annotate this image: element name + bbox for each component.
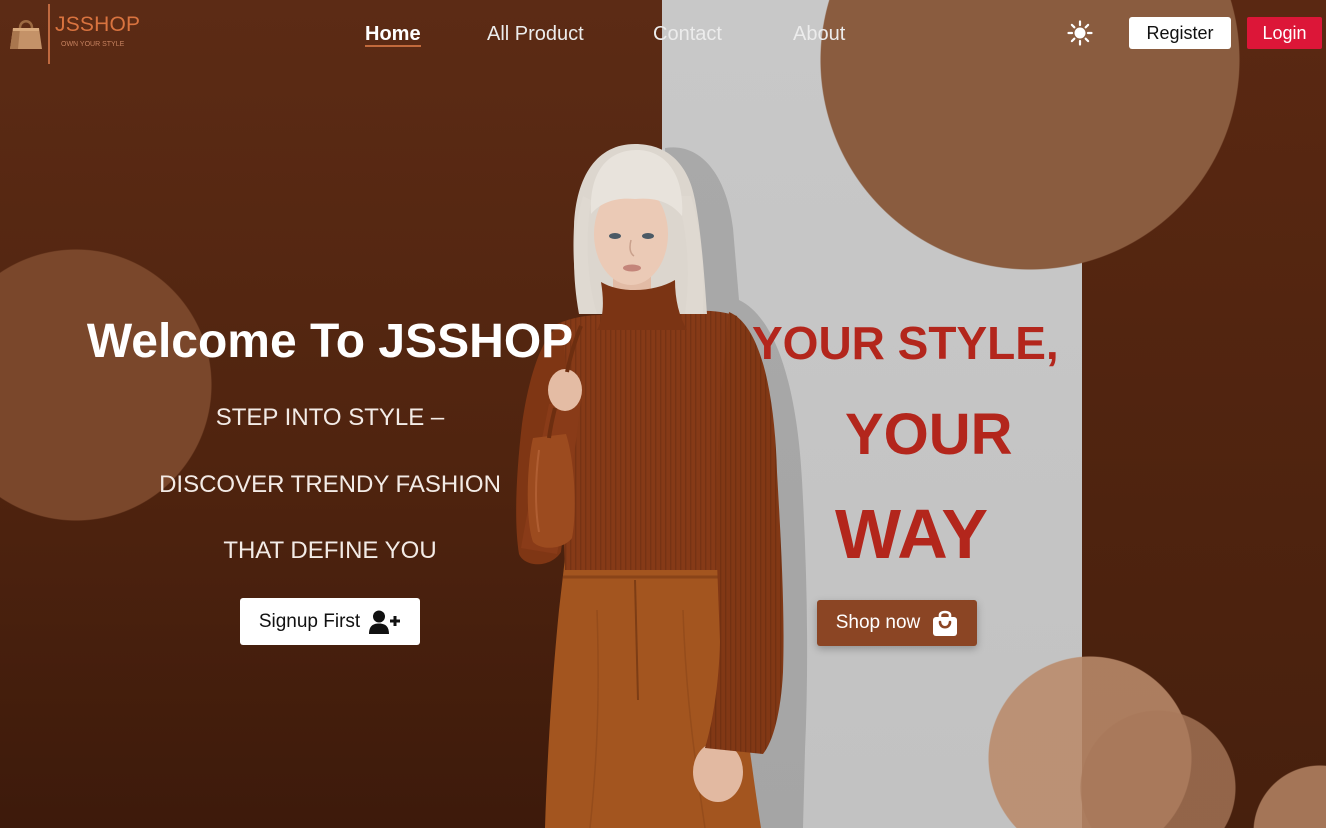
hero-tagline-line: DISCOVER TRENDY FASHION (159, 471, 501, 498)
landing-page: JSSHOP OWN YOUR STYLE Home All Product C… (0, 0, 1326, 828)
sun-icon (1067, 20, 1093, 46)
brand-name: JSSHOP (55, 13, 141, 36)
user-plus-icon (369, 610, 401, 634)
shopping-bag-logo-icon (10, 20, 42, 49)
nav-link-home[interactable]: Home (365, 24, 421, 47)
register-button[interactable]: Register (1129, 17, 1231, 49)
signup-button[interactable]: Signup First (240, 598, 420, 645)
decor-circle-bottom-right-2 (1078, 708, 1238, 828)
slogan-line: YOUR (845, 402, 1013, 467)
shop-now-label: Shop now (835, 612, 921, 633)
shopping-bag-icon (933, 610, 958, 636)
signup-button-label: Signup First (258, 610, 361, 632)
nav-link-contact[interactable]: Contact (653, 24, 722, 44)
nav-link-about[interactable]: About (793, 24, 845, 44)
nav-link-all-product[interactable]: All Product (487, 24, 584, 44)
slogan-line: WAY (835, 495, 989, 573)
shop-now-button[interactable]: Shop now (817, 600, 977, 646)
logo-divider (48, 4, 50, 64)
brand-tagline: OWN YOUR STYLE (61, 41, 125, 48)
hero-tagline-line: THAT DEFINE YOU (223, 537, 437, 564)
hero-tagline-line: STEP INTO STYLE – (215, 404, 445, 431)
login-button[interactable]: Login (1247, 17, 1322, 49)
hero-title: Welcome To JSSHOP (86, 315, 574, 368)
decor-circle-corner (1236, 760, 1326, 828)
brand-logo[interactable]: JSSHOP OWN YOUR STYLE (6, 4, 146, 64)
navbar: JSSHOP OWN YOUR STYLE Home All Product C… (0, 0, 1326, 66)
slogan-line: YOUR STYLE, (752, 317, 1059, 369)
theme-toggle-button[interactable] (1067, 20, 1093, 46)
